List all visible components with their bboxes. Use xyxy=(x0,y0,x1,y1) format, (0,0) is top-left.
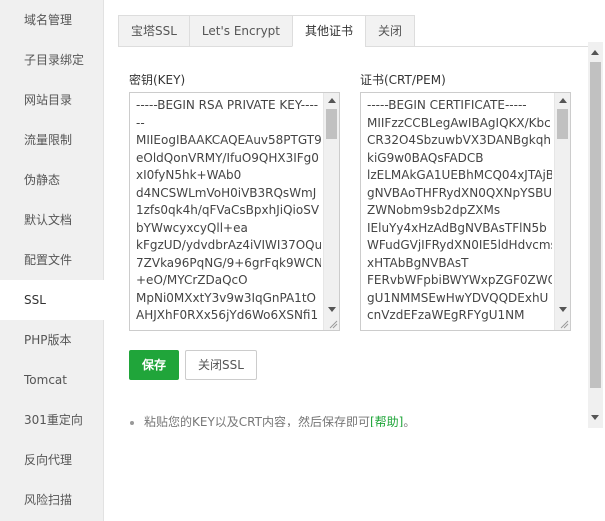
tip-text: 粘贴您的KEY以及CRT内容，然后保存即可[帮助]。 xyxy=(130,413,415,427)
scroll-thumb[interactable] xyxy=(326,109,337,139)
close-ssl-button[interactable]: 关闭SSL xyxy=(185,350,257,380)
tab-bar: 宝塔SSL Let's Encrypt 其他证书 关闭 xyxy=(118,15,590,47)
cert-textarea[interactable]: -----BEGIN CERTIFICATE----- MIIFzzCCBLeg… xyxy=(360,92,571,331)
cert-textarea-content: -----BEGIN CERTIFICATE----- MIIFzzCCBLeg… xyxy=(367,98,552,322)
resize-grip-icon[interactable] xyxy=(328,319,338,329)
tab[interactable]: Let's Encrypt xyxy=(188,15,292,47)
sidebar-item[interactable]: 默认文档 xyxy=(0,200,103,240)
sidebar-menu: 域名管理 子目录绑定 网站目录 流量限制 伪静态 默认文档 配置文件 SSL PHP版本 Tomc… xyxy=(0,0,104,520)
key-label: 密钥(KEY) xyxy=(129,73,186,87)
resize-grip-icon[interactable] xyxy=(559,319,569,329)
sidebar-item[interactable]: Tomcat xyxy=(0,360,103,400)
cert-label: 证书(CRT/PEM) xyxy=(360,73,446,87)
tip-message: 粘贴您的KEY以及CRT内容，然后保存即可 xyxy=(144,415,370,427)
scroll-down-arrow-icon[interactable] xyxy=(328,307,336,312)
scroll-up-arrow-icon[interactable] xyxy=(559,98,567,103)
sidebar-item[interactable]: 域名管理 xyxy=(0,0,103,40)
scroll-up-arrow-icon[interactable] xyxy=(591,50,599,55)
tab[interactable]: 宝塔SSL xyxy=(118,15,189,47)
scroll-thumb[interactable] xyxy=(590,62,601,388)
page-scrollbar[interactable] xyxy=(588,42,603,428)
sidebar-item[interactable]: 反向代理 xyxy=(0,440,103,480)
sidebar-item[interactable]: 301重定向 xyxy=(0,400,103,440)
ssl-other-cert-panel: 密钥(KEY) -----BEGIN RSA PRIVATE KEY---- -… xyxy=(118,47,590,427)
sidebar-item[interactable]: 风险扫描 xyxy=(0,480,103,520)
tab[interactable]: 其他证书 xyxy=(292,15,366,47)
sidebar-item[interactable]: 网站目录 xyxy=(0,80,103,120)
sidebar-item[interactable]: 配置文件 xyxy=(0,240,103,280)
bullet-icon xyxy=(130,420,134,425)
sidebar-item[interactable]: 伪静态 xyxy=(0,160,103,200)
sidebar-item[interactable]: SSL xyxy=(0,280,104,320)
scroll-thumb[interactable] xyxy=(557,109,568,139)
sidebar-item[interactable]: PHP版本 xyxy=(0,320,103,360)
help-link[interactable]: [帮助] xyxy=(370,415,403,427)
key-textarea-scrollbar[interactable] xyxy=(323,93,339,330)
key-textarea[interactable]: -----BEGIN RSA PRIVATE KEY---- -- MIIEog… xyxy=(129,92,340,331)
sidebar-item[interactable]: 流量限制 xyxy=(0,120,103,160)
scroll-down-arrow-icon[interactable] xyxy=(591,415,599,420)
tab[interactable]: 关闭 xyxy=(365,15,416,47)
sidebar-item[interactable]: 子目录绑定 xyxy=(0,40,103,80)
tip-end: 。 xyxy=(403,415,416,427)
sidebar: 域名管理 子目录绑定 网站目录 流量限制 伪静态 默认文档 配置文件 SSL PHP版本 Tomc… xyxy=(0,0,104,521)
cert-textarea-scrollbar[interactable] xyxy=(554,93,570,330)
save-button[interactable]: 保存 xyxy=(129,350,180,380)
key-textarea-content: -----BEGIN RSA PRIVATE KEY---- -- MIIEog… xyxy=(136,98,321,322)
scroll-up-arrow-icon[interactable] xyxy=(328,98,336,103)
scroll-down-arrow-icon[interactable] xyxy=(559,307,567,312)
